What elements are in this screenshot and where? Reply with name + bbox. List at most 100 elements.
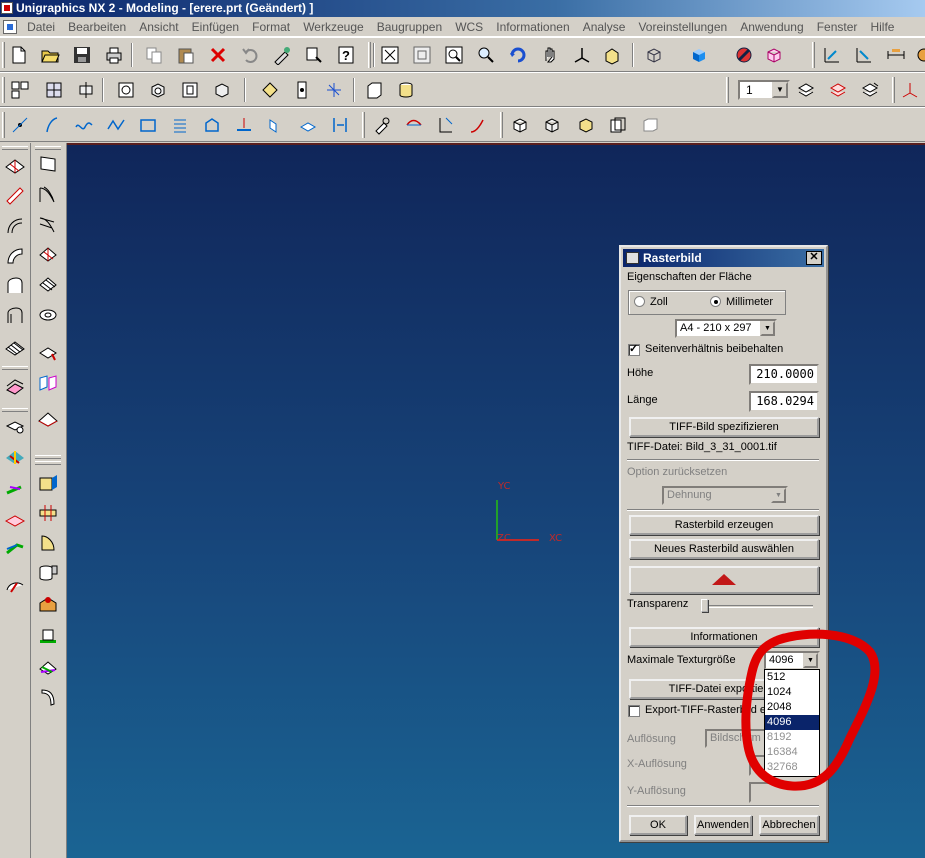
document-icon[interactable] xyxy=(3,20,17,35)
surface-mesh-icon[interactable] xyxy=(3,154,27,178)
surface-patch-icon[interactable] xyxy=(36,212,60,236)
extract-curve-icon[interactable] xyxy=(328,114,351,136)
transform-icon[interactable] xyxy=(322,79,345,101)
block-icon[interactable] xyxy=(508,114,531,136)
preview-toggle-button[interactable] xyxy=(629,566,819,594)
rectangle-tool-icon[interactable] xyxy=(136,114,159,136)
menu-anwendung[interactable]: Anwendung xyxy=(735,17,808,36)
rotate-icon[interactable] xyxy=(506,44,529,66)
paper-size-select[interactable]: A4 - 210 x 297 ▼ xyxy=(675,319,777,338)
delete-icon[interactable] xyxy=(206,44,229,66)
copy-icon[interactable] xyxy=(142,44,165,66)
menu-werkzeuge[interactable]: Werkzeuge xyxy=(298,17,368,36)
orient-view-icon[interactable] xyxy=(600,44,623,66)
wireframe-icon[interactable] xyxy=(642,44,665,66)
menu-voreinstellungen[interactable]: Voreinstellungen xyxy=(633,17,732,36)
cylinder-icon[interactable] xyxy=(394,79,417,101)
layer-visible-icon[interactable] xyxy=(826,79,849,101)
radio-zoll-button[interactable] xyxy=(634,295,645,307)
fit-view-icon[interactable] xyxy=(378,44,401,66)
spline-tool-icon[interactable] xyxy=(72,114,95,136)
hide-icon[interactable] xyxy=(114,79,137,101)
work-layer-select[interactable]: 1 ▼ xyxy=(738,80,790,100)
axis-icon[interactable] xyxy=(898,79,921,101)
toolbar-grip[interactable] xyxy=(35,455,61,459)
core-tool-icon[interactable] xyxy=(36,531,60,555)
edit-curve-icon[interactable] xyxy=(370,114,393,136)
fillet-curve-icon[interactable] xyxy=(434,114,457,136)
select-new-raster-button[interactable]: Neues Rasterbild auswählen xyxy=(629,539,819,559)
cylinder-tool-icon[interactable] xyxy=(36,561,60,585)
radio-millimeter-button[interactable] xyxy=(710,295,721,307)
properties-icon[interactable] xyxy=(302,44,325,66)
dimension-icon[interactable] xyxy=(884,44,907,66)
law-extension-icon[interactable] xyxy=(3,476,27,500)
line-tool-icon[interactable] xyxy=(40,114,63,136)
toolbar-grip[interactable] xyxy=(2,366,28,370)
cooling-tool-icon[interactable] xyxy=(36,654,60,678)
mold-tool-icon[interactable] xyxy=(36,471,60,495)
tools-icon[interactable] xyxy=(912,44,925,66)
zoom-window-icon[interactable] xyxy=(442,44,465,66)
help-icon[interactable]: ? xyxy=(334,44,357,66)
shell-icon[interactable] xyxy=(606,114,629,136)
snap-point-icon[interactable] xyxy=(258,79,281,101)
polygon-tool-icon[interactable] xyxy=(200,114,223,136)
project-curve-icon[interactable] xyxy=(296,114,319,136)
menu-hilfe[interactable]: Hilfe xyxy=(865,17,899,36)
radio-millimeter[interactable]: Millimeter xyxy=(710,295,773,308)
chevron-down-icon[interactable]: ▼ xyxy=(760,321,775,336)
through-curves-icon[interactable] xyxy=(3,214,27,238)
chevron-down-icon[interactable]: ▼ xyxy=(771,488,786,503)
toolbar-grip[interactable] xyxy=(35,146,61,150)
offset-surface-icon[interactable] xyxy=(3,375,27,399)
chevron-down-icon[interactable]: ▼ xyxy=(772,82,788,98)
zoom-icon[interactable] xyxy=(474,44,497,66)
toolbar-grip[interactable] xyxy=(2,112,5,138)
toolbar-grip[interactable] xyxy=(726,77,729,103)
point-icon[interactable] xyxy=(290,79,313,101)
menu-ansicht[interactable]: Ansicht xyxy=(134,17,183,36)
solid-icon[interactable] xyxy=(362,79,385,101)
bounded-plane-icon[interactable] xyxy=(3,304,27,328)
menu-fenster[interactable]: Fenster xyxy=(812,17,863,36)
bridge-surface-icon[interactable] xyxy=(3,506,27,530)
trim-curve-icon[interactable] xyxy=(402,114,425,136)
drawing-icon[interactable] xyxy=(42,79,65,101)
point-tool-icon[interactable] xyxy=(8,114,31,136)
edit-object-icon[interactable] xyxy=(270,44,293,66)
helix-tool-icon[interactable] xyxy=(168,114,191,136)
zoom-box-icon[interactable] xyxy=(410,44,433,66)
open-folder-icon[interactable] xyxy=(38,44,61,66)
menu-einfuegen[interactable]: Einfügen xyxy=(187,17,244,36)
informationen-button[interactable]: Informationen xyxy=(629,627,819,647)
layer-move-icon[interactable] xyxy=(858,79,881,101)
swept-icon[interactable] xyxy=(3,244,27,268)
render-icon[interactable] xyxy=(732,44,755,66)
export-tiff-checkbox[interactable] xyxy=(628,705,640,717)
toolbar-grip[interactable] xyxy=(2,408,28,412)
section-icon[interactable] xyxy=(74,79,97,101)
apply-button[interactable]: Anwenden xyxy=(694,815,752,835)
y-resolution-field[interactable] xyxy=(749,782,819,803)
runner-tool-icon[interactable] xyxy=(36,685,60,709)
view-cube-icon[interactable] xyxy=(762,44,785,66)
color-surface-icon[interactable] xyxy=(3,445,27,469)
cancel-button[interactable]: Abbrechen xyxy=(759,815,819,835)
measure-icon[interactable] xyxy=(820,44,843,66)
layer-settings-stack-icon[interactable] xyxy=(794,79,817,101)
height-field[interactable]: 210.0000 xyxy=(749,364,819,385)
menu-informationen[interactable]: Informationen xyxy=(491,17,574,36)
patch-icon[interactable] xyxy=(36,342,60,366)
circle-surface-icon[interactable] xyxy=(36,303,60,327)
menu-bearbeiten[interactable]: Bearbeiten xyxy=(63,17,131,36)
toolbar-grip[interactable] xyxy=(368,42,371,68)
menu-wcs[interactable]: WCS xyxy=(450,17,488,36)
toolbar-grip[interactable] xyxy=(2,42,5,68)
toolbar-grip[interactable] xyxy=(362,112,365,138)
slide-tool-icon[interactable] xyxy=(36,592,60,616)
polyline-tool-icon[interactable] xyxy=(104,114,127,136)
layer-settings-icon[interactable] xyxy=(210,79,233,101)
offset-curve-icon[interactable] xyxy=(264,114,287,136)
toolbar-grip[interactable] xyxy=(2,77,5,103)
